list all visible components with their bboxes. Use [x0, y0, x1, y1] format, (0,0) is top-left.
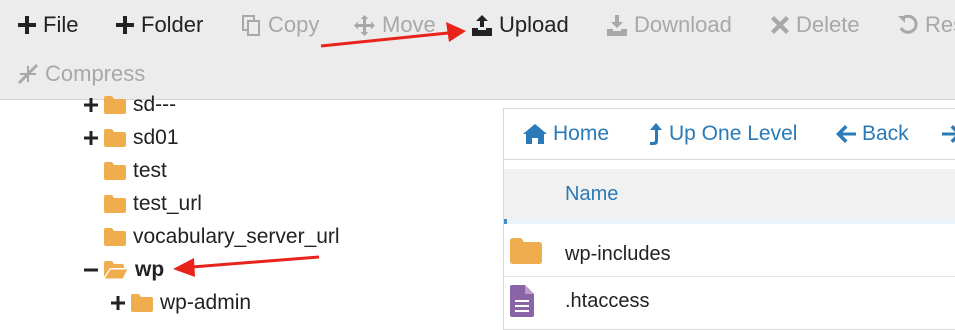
plus-icon: [18, 16, 36, 34]
move-label: Move: [382, 12, 436, 37]
tree-item-label: sd01: [133, 126, 179, 149]
toolbar: File Folder Copy Move Upload Download De…: [0, 0, 955, 100]
new-folder-label: Folder: [141, 12, 204, 37]
back-button[interactable]: Back: [836, 119, 909, 149]
folder-open-icon: [104, 261, 128, 279]
tree-item-test-url[interactable]: test_url: [104, 189, 202, 219]
text-file-icon: [510, 285, 534, 323]
collapse-minus-icon[interactable]: [82, 261, 100, 279]
plus-icon: [116, 16, 134, 34]
expand-plus-icon[interactable]: [82, 96, 100, 114]
close-icon: [771, 16, 789, 34]
file-row-wp-includes[interactable]: wp-includes: [504, 230, 955, 276]
move-button[interactable]: Move: [354, 9, 436, 41]
compress-button[interactable]: Compress: [18, 58, 145, 90]
folder-icon: [104, 162, 126, 180]
file-row-htaccess[interactable]: .htaccess: [504, 276, 955, 323]
tree-item-label: sd---: [133, 93, 177, 116]
back-label: Back: [862, 122, 909, 145]
delete-label: Delete: [796, 12, 860, 37]
download-button[interactable]: Download: [607, 9, 732, 41]
restore-label: Res: [925, 12, 955, 37]
new-file-button[interactable]: File: [18, 9, 78, 41]
folder-icon: [131, 294, 153, 312]
navigation-bar: Home Up One Level Back: [504, 109, 955, 160]
upload-icon: [472, 14, 492, 36]
tree-item-wp-admin[interactable]: wp-admin: [109, 288, 251, 318]
tree-item-sd-dash[interactable]: sd---: [82, 90, 176, 120]
selection-highlight: [504, 219, 955, 224]
restore-button[interactable]: Res: [898, 9, 955, 41]
file-name: .htaccess: [565, 290, 650, 312]
level-up-icon: [650, 123, 662, 145]
home-icon: [523, 124, 547, 144]
tree-item-label: wp-admin: [160, 291, 252, 314]
tree-item-vocabulary-server-url[interactable]: vocabulary_server_url: [104, 222, 340, 252]
upload-label: Upload: [499, 12, 569, 37]
arrow-right-icon: [942, 125, 955, 143]
up-one-level-label: Up One Level: [669, 122, 798, 145]
folder-icon: [104, 96, 126, 114]
move-icon: [354, 14, 375, 36]
download-label: Download: [634, 12, 732, 37]
compress-icon: [18, 64, 38, 84]
download-icon: [607, 14, 627, 36]
expand-plus-icon[interactable]: [109, 294, 127, 312]
copy-icon: [242, 14, 260, 36]
folder-icon: [510, 238, 542, 270]
folder-tree: sd--- sd01 test test_url vocabulary_serv…: [0, 93, 480, 324]
tree-item-wp[interactable]: wp: [82, 255, 164, 285]
forward-button[interactable]: [942, 119, 955, 149]
folder-icon: [104, 195, 126, 213]
tree-item-label: wp: [135, 258, 165, 281]
folder-icon: [104, 228, 126, 246]
home-button[interactable]: Home: [523, 119, 609, 149]
copy-label: Copy: [268, 12, 320, 37]
tree-item-label: test_url: [133, 192, 202, 215]
new-file-label: File: [43, 12, 79, 37]
undo-icon: [898, 15, 918, 34]
up-one-level-button[interactable]: Up One Level: [649, 119, 797, 149]
compress-label: Compress: [45, 61, 146, 86]
file-name: wp-includes: [565, 243, 671, 265]
file-list-panel: Home Up One Level Back Name wp-includes …: [503, 108, 955, 330]
tree-item-sd01[interactable]: sd01: [82, 123, 179, 153]
folder-icon: [104, 129, 126, 147]
column-header-row: Name: [504, 169, 955, 219]
tree-item-label: test: [133, 159, 167, 182]
name-column-header[interactable]: Name: [565, 183, 618, 206]
copy-button[interactable]: Copy: [242, 9, 319, 41]
tree-item-test[interactable]: test: [104, 156, 167, 186]
tree-item-label: vocabulary_server_url: [133, 225, 340, 248]
arrow-left-icon: [836, 125, 856, 143]
expand-plus-icon[interactable]: [82, 129, 100, 147]
new-folder-button[interactable]: Folder: [116, 9, 203, 41]
delete-button[interactable]: Delete: [771, 9, 860, 41]
home-label: Home: [553, 122, 610, 145]
upload-button[interactable]: Upload: [472, 9, 569, 41]
